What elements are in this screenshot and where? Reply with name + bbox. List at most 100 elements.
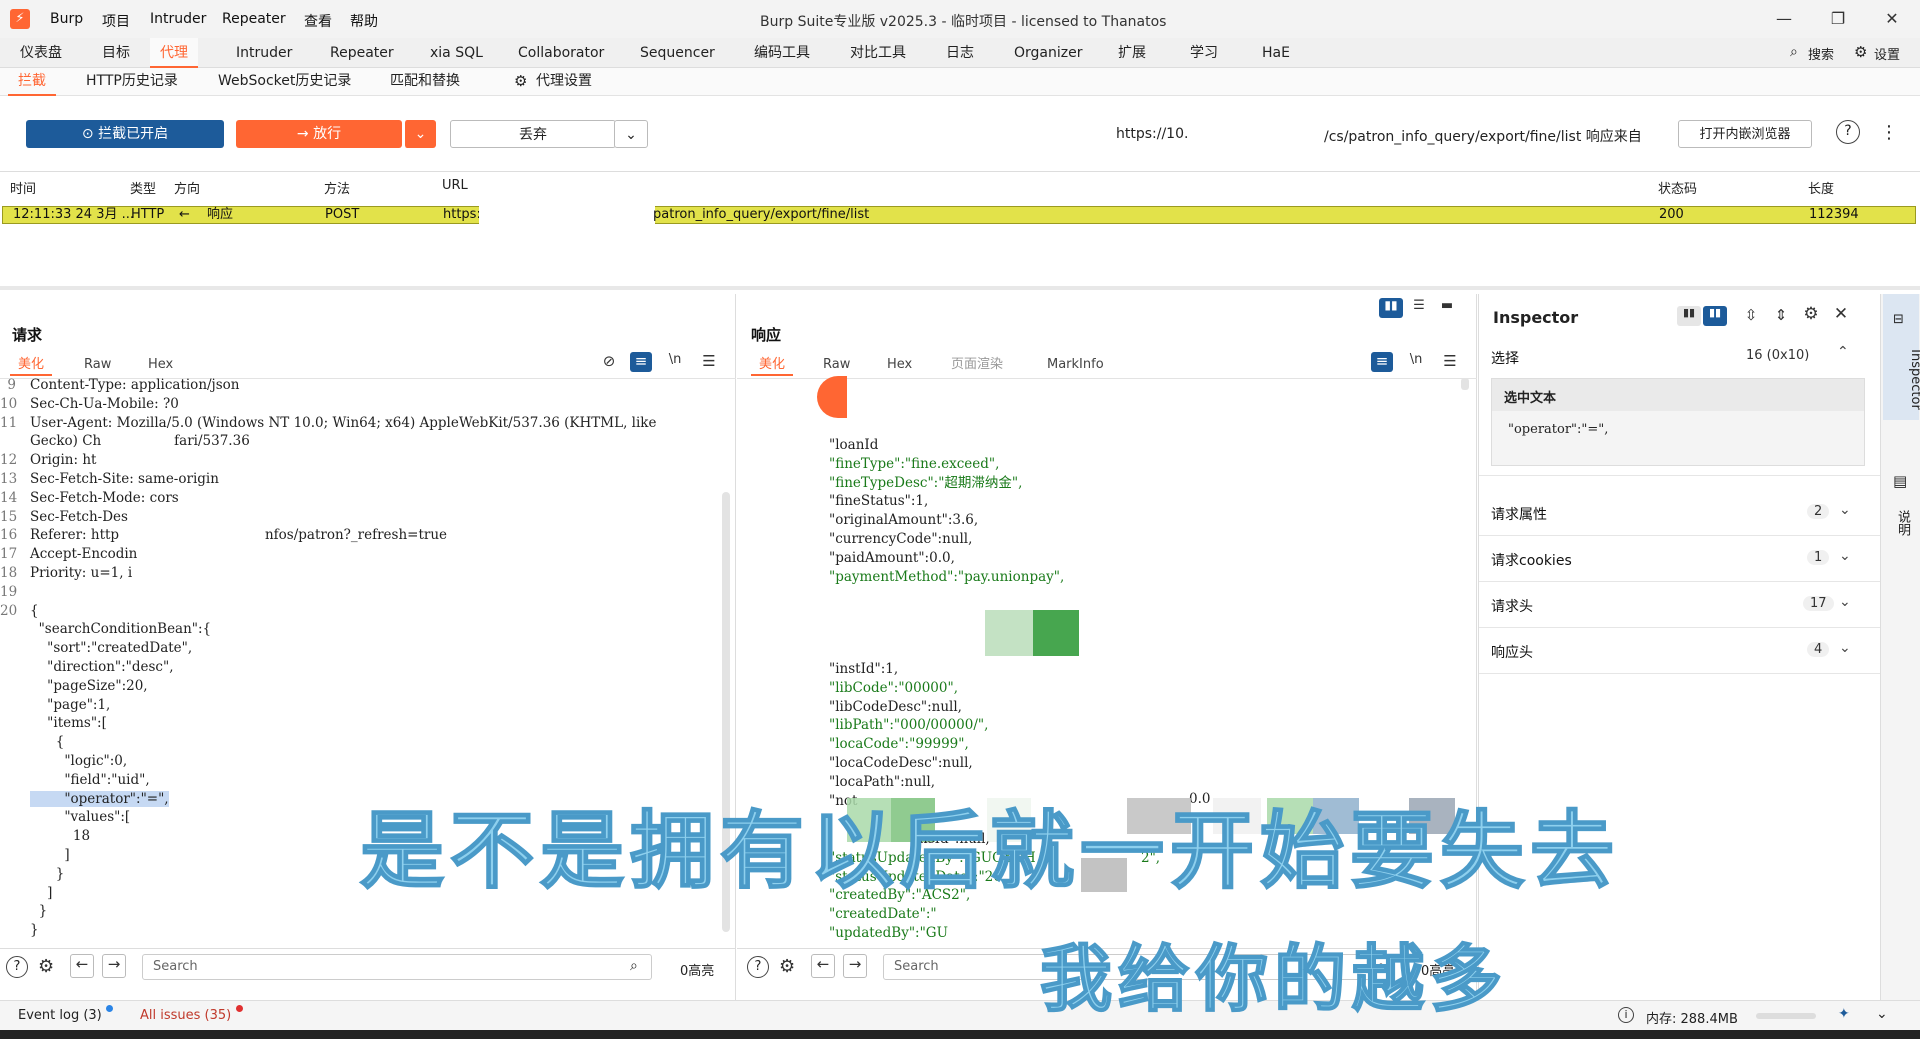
single-view-icon[interactable]: ▬ (1435, 298, 1459, 313)
help-icon[interactable]: ? (1836, 120, 1860, 144)
search-icon[interactable]: ⌕ (1790, 44, 1798, 60)
help-icon[interactable]: ? (747, 956, 769, 978)
menu-repeater[interactable]: Repeater (222, 11, 286, 27)
tab-hex[interactable]: Hex (140, 354, 181, 376)
chevron-up-icon[interactable]: ⌃ (1837, 344, 1849, 360)
tab-organizer[interactable]: Organizer (1004, 38, 1092, 68)
gear-icon[interactable]: ⚙ (38, 956, 54, 977)
notes-icon[interactable]: ▤ (1893, 472, 1907, 490)
tab-repeater[interactable]: Repeater (320, 38, 404, 68)
horizontal-view-icon[interactable]: ☰ (1407, 298, 1431, 313)
tab-xia-sql[interactable]: xia SQL (420, 38, 493, 68)
tab-logger[interactable]: 日志 (936, 38, 984, 68)
chevron-down-icon: ⌄ (1839, 594, 1851, 610)
tab-raw[interactable]: Raw (76, 354, 119, 376)
menu-intruder[interactable]: Intruder (150, 11, 206, 27)
intercept-toggle-button[interactable]: ⊙ 拦截已开启 (26, 120, 224, 148)
word-wrap-icon[interactable]: ≡ (1371, 352, 1393, 372)
close-icon[interactable]: ✕ (1831, 304, 1851, 324)
more-options-icon[interactable]: ⋮ (1880, 122, 1898, 143)
request-search-input[interactable]: Search (142, 954, 652, 980)
menu-project[interactable]: 项目 (102, 11, 130, 31)
next-arrow-icon[interactable]: → (843, 954, 867, 978)
inspector-row-request-attributes[interactable]: 请求属性 2 ⌄ (1479, 490, 1881, 536)
tab-intruder[interactable]: Intruder (226, 38, 302, 68)
open-browser-button[interactable]: 打开内嵌浏览器 (1678, 120, 1812, 148)
tab-comparer[interactable]: 对比工具 (840, 38, 916, 68)
tab-learn[interactable]: 学习 (1180, 38, 1228, 68)
close-window-button[interactable]: ✕ (1872, 6, 1912, 32)
chevron-down-icon[interactable]: ⌄ (1876, 1006, 1888, 1022)
all-issues-link[interactable]: All issues (35) (140, 1008, 231, 1023)
next-arrow-icon[interactable]: → (102, 954, 126, 978)
tab-collaborator[interactable]: Collaborator (508, 38, 614, 68)
table-row[interactable]: 12:11:33 24 3月 ... HTTP ← 响应 POST https:… (2, 199, 1916, 239)
column-header-status[interactable]: 状态码 (1658, 178, 1697, 197)
hide-icon[interactable]: ⊘ (598, 352, 620, 370)
scrollbar[interactable] (1461, 378, 1469, 390)
sparkle-icon[interactable]: ✦ (1838, 1006, 1850, 1022)
tab-pretty[interactable]: 美化 (751, 354, 794, 376)
drop-button[interactable]: 丢弃 (450, 120, 616, 148)
gear-icon[interactable]: ⚙ (1801, 304, 1821, 324)
notes-side-label[interactable]: 说明 (1893, 510, 1912, 536)
menu-icon[interactable]: ☰ (698, 352, 720, 370)
code-line: Content-Type: application/json (30, 377, 240, 393)
minimize-button[interactable]: — (1764, 6, 1804, 32)
drop-dropdown-chevron-down-icon[interactable]: ⌄ (614, 120, 648, 148)
column-header-url[interactable]: URL (442, 178, 468, 193)
forward-button[interactable]: → 放行 (236, 120, 402, 148)
tab-hex[interactable]: Hex (879, 354, 920, 376)
layout-icon[interactable]: ▮▮ (1677, 306, 1701, 326)
menu-icon[interactable]: ☰ (1439, 352, 1461, 370)
tab-pretty[interactable]: 美化 (10, 354, 53, 376)
settings-label[interactable]: 设置 (1874, 44, 1900, 63)
tab-sequencer[interactable]: Sequencer (630, 38, 725, 68)
menu-view[interactable]: 查看 (304, 11, 332, 31)
inspector-row-request-cookies[interactable]: 请求cookies 1 ⌄ (1479, 536, 1881, 582)
newline-icon[interactable]: \n (1405, 352, 1427, 367)
tab-target[interactable]: 目标 (92, 38, 140, 68)
column-header-method[interactable]: 方法 (324, 178, 350, 197)
split-view-icon[interactable]: ▮▮ (1379, 298, 1403, 318)
tab-http-history[interactable]: HTTP历史记录 (76, 68, 188, 96)
word-wrap-icon[interactable]: ≡ (630, 352, 652, 372)
tab-markinfo[interactable]: MarkInfo (1039, 354, 1112, 376)
column-header-direction[interactable]: 方向 (174, 178, 200, 197)
expand-all-icon[interactable]: ⇳ (1741, 306, 1761, 324)
global-search-label[interactable]: 搜索 (1808, 44, 1834, 63)
inspector-row-request-headers[interactable]: 请求头 17 ⌄ (1479, 582, 1881, 628)
tab-intercept[interactable]: 拦截 (8, 68, 56, 96)
event-log-link[interactable]: Event log (3) (18, 1008, 102, 1023)
layout-split-icon[interactable]: ▮▮ (1703, 306, 1727, 326)
gear-icon[interactable]: ⚙ (779, 956, 795, 977)
collapse-all-icon[interactable]: ⇕ (1771, 306, 1791, 324)
tab-raw[interactable]: Raw (815, 354, 858, 376)
tab-websocket-history[interactable]: WebSocket历史记录 (208, 68, 361, 96)
menu-help[interactable]: 帮助 (350, 11, 378, 31)
help-icon[interactable]: ? (6, 956, 28, 978)
forward-dropdown-chevron-down-icon[interactable]: ⌄ (404, 120, 436, 148)
tab-proxy-settings[interactable]: 代理设置 (526, 68, 602, 96)
menu-burp[interactable]: Burp (50, 11, 83, 27)
tab-render[interactable]: 页面渲染 (943, 354, 1011, 376)
tab-extensions[interactable]: 扩展 (1108, 38, 1156, 68)
column-header-length[interactable]: 长度 (1808, 178, 1834, 197)
column-header-time[interactable]: 时间 (10, 178, 36, 197)
event-dot-icon (106, 1005, 113, 1012)
column-header-type[interactable]: 类型 (130, 178, 156, 197)
tab-proxy[interactable]: 代理 (150, 38, 198, 68)
previous-arrow-icon[interactable]: ← (811, 954, 835, 978)
tab-decoder[interactable]: 编码工具 (744, 38, 820, 68)
tab-dashboard[interactable]: 仪表盘 (10, 38, 72, 68)
maximize-button[interactable]: ❐ (1818, 6, 1858, 32)
tab-match-replace[interactable]: 匹配和替换 (380, 68, 470, 96)
tab-hae[interactable]: HaE (1252, 38, 1300, 68)
previous-arrow-icon[interactable]: ← (70, 954, 94, 978)
response-editor-a[interactable]: "loanId "fineType":"fine.exceed", "fineT… (829, 436, 1429, 586)
newline-icon[interactable]: \n (664, 352, 686, 367)
divider (0, 948, 736, 949)
inspector-row-response-headers[interactable]: 响应头 4 ⌄ (1479, 628, 1881, 674)
gear-icon[interactable]: ⚙ (1854, 43, 1867, 61)
inspector-side-tab[interactable]: ⊟ Inspector (1883, 294, 1920, 420)
